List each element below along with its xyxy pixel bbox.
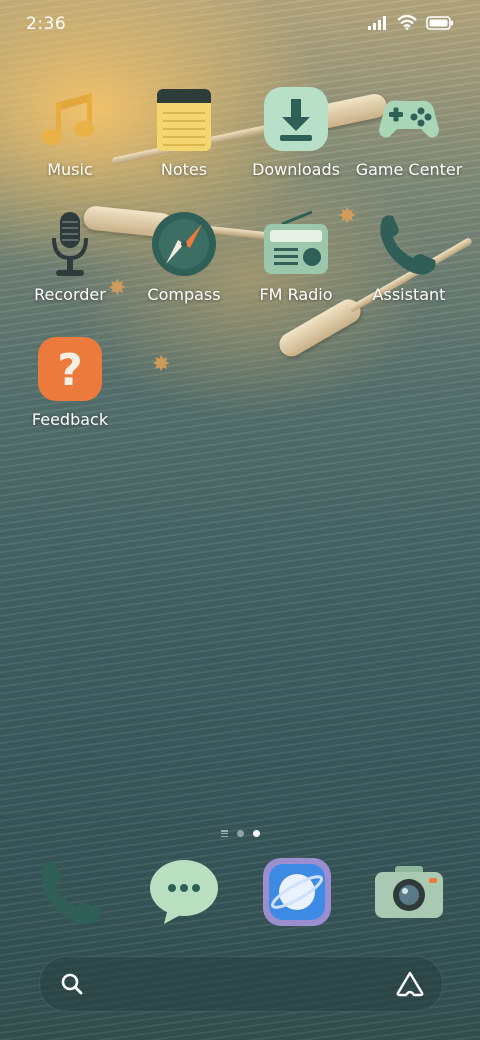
app-game-center[interactable]: Game Center [351,85,467,179]
page-dot-active[interactable] [252,830,260,837]
notepad-icon [150,85,218,153]
gamepad-icon [375,85,443,153]
page-indicator [0,830,480,837]
app-music[interactable]: Music [12,85,128,179]
app-label: Downloads [252,160,340,179]
app-assistant[interactable]: Assistant [351,210,467,304]
browser-planet-icon [263,858,331,926]
phone-icon [41,861,101,925]
download-icon [262,85,330,153]
app-label: Notes [160,160,208,179]
app-label: Feedback [31,410,109,429]
page-dot[interactable] [236,830,244,837]
status-icons [368,15,454,30]
microphone-icon [36,210,104,278]
search-icon[interactable] [60,972,84,996]
app-label: Recorder [34,285,106,304]
search-bar[interactable] [39,956,443,1012]
leaf-decoration: ✸ [152,352,171,377]
app-label: Game Center [355,160,463,179]
status-time: 2:36 [26,14,67,34]
question-mark-icon: ? [36,335,104,403]
app-downloads[interactable]: Downloads [238,85,354,179]
radio-icon [262,210,330,278]
compass-icon [150,210,218,278]
dock-messages[interactable] [148,856,220,928]
app-label: FM Radio [259,285,333,304]
page-list-icon[interactable] [220,830,228,837]
app-notes[interactable]: Notes [126,85,242,179]
status-bar: 2:36 [0,0,480,48]
phone-handset-icon [375,210,443,278]
dock-browser[interactable] [261,856,333,928]
app-label: Music [47,160,93,179]
signal-icon [368,15,386,30]
chat-bubble-icon [150,860,218,924]
assistant-triangle-icon[interactable] [396,971,424,997]
app-label: Compass [147,285,221,304]
dock-phone[interactable] [36,856,108,928]
wifi-icon [397,15,417,30]
battery-icon [426,15,453,30]
camera-icon [375,866,443,918]
app-label: Assistant [372,285,446,304]
dock-camera[interactable] [373,856,445,928]
svg-text:?: ? [57,345,83,396]
music-note-icon [36,85,104,153]
app-recorder[interactable]: Recorder [12,210,128,304]
app-feedback[interactable]: ? Feedback [12,335,128,429]
app-compass[interactable]: Compass [126,210,242,304]
app-fm-radio[interactable]: FM Radio [238,210,354,304]
